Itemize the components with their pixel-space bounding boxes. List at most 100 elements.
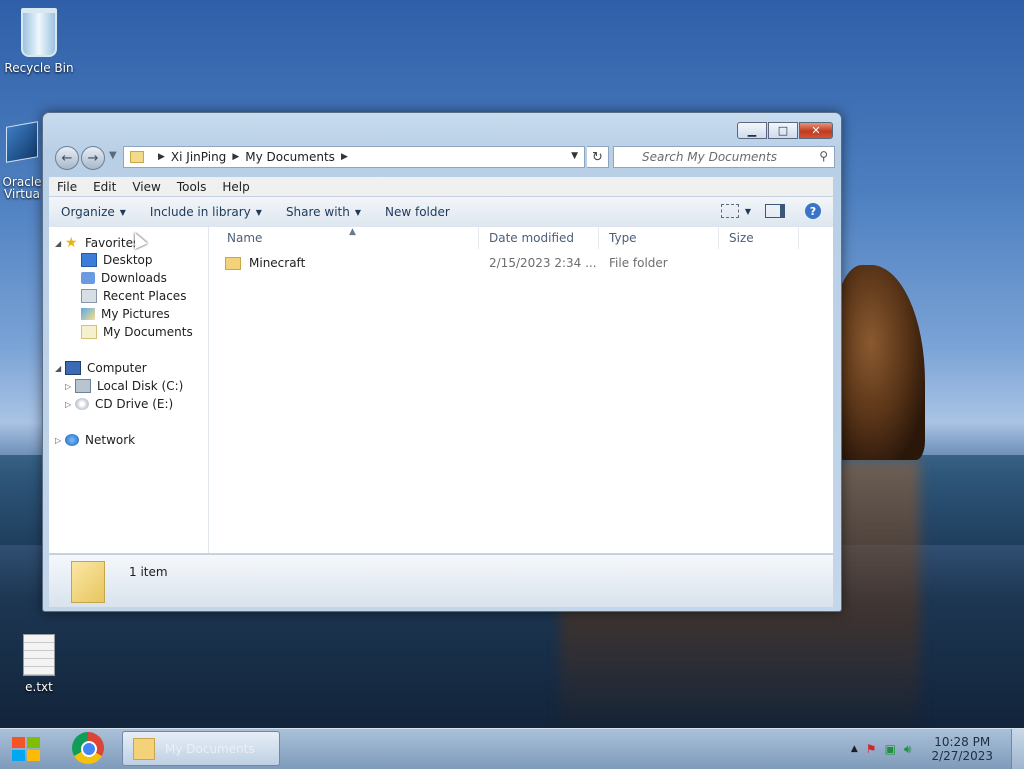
preview-pane-icon[interactable] bbox=[765, 204, 785, 218]
desktop-icon-e-txt[interactable]: e.txt bbox=[3, 634, 75, 694]
nav-favorites[interactable]: ◢ ★ Favorites bbox=[55, 235, 139, 251]
command-bar: Organize ▼ Include in library ▼ Share with… bbox=[49, 196, 833, 228]
file-type: File folder bbox=[609, 256, 668, 270]
nav-downloads[interactable]: Downloads bbox=[81, 271, 167, 285]
chevron-down-icon: ▼ bbox=[119, 207, 126, 217]
close-button[interactable]: ✕ bbox=[799, 122, 833, 139]
nav-label: CD Drive (E:) bbox=[95, 397, 174, 411]
cd-drive-icon bbox=[75, 398, 89, 410]
chevron-right-icon[interactable]: ▶ bbox=[232, 152, 239, 162]
desktop-icon-recycle-bin[interactable]: Recycle Bin bbox=[3, 8, 75, 75]
column-header-name[interactable]: ▲ Name bbox=[209, 227, 479, 249]
explorer-window: ▁ □ ✕ ← → ▼ ▶ Xi JinPing ▶ My Documents … bbox=[42, 112, 842, 612]
forward-button[interactable]: → bbox=[81, 146, 105, 170]
taskbar-button-my-documents[interactable]: My Documents bbox=[122, 731, 280, 766]
nav-cd-drive[interactable]: ▷ CD Drive (E:) bbox=[65, 397, 173, 411]
nav-my-documents[interactable]: My Documents bbox=[81, 325, 193, 339]
desktop-icon-label: Oracle Virtua bbox=[2, 175, 42, 201]
nav-recent-places[interactable]: Recent Places bbox=[81, 289, 186, 303]
new-folder-button[interactable]: New folder bbox=[375, 205, 460, 219]
nav-desktop[interactable]: Desktop bbox=[81, 253, 153, 267]
help-icon[interactable]: ? bbox=[805, 203, 821, 219]
minimize-button[interactable]: ▁ bbox=[737, 122, 767, 139]
nav-my-pictures[interactable]: My Pictures bbox=[81, 307, 170, 321]
desktop-icon bbox=[81, 253, 97, 267]
chevron-down-icon: ▼ bbox=[255, 207, 262, 217]
back-button[interactable]: ← bbox=[55, 146, 79, 170]
include-in-library-button[interactable]: Include in library ▼ bbox=[140, 205, 272, 219]
show-hidden-icons-icon[interactable]: ▲ bbox=[851, 744, 858, 754]
nav-label: My Pictures bbox=[101, 307, 170, 321]
wallpaper-rock bbox=[835, 265, 925, 460]
refresh-button[interactable]: ↻ bbox=[587, 146, 609, 168]
include-in-library-label: Include in library bbox=[149, 205, 251, 219]
show-desktop-button[interactable] bbox=[1011, 729, 1024, 769]
chevron-down-icon[interactable]: ▼ bbox=[745, 207, 751, 216]
expand-icon[interactable]: ▷ bbox=[55, 436, 65, 445]
close-icon: ✕ bbox=[811, 124, 821, 137]
folder-icon bbox=[130, 151, 144, 163]
menu-tools[interactable]: Tools bbox=[169, 180, 215, 194]
view-options-icon[interactable] bbox=[720, 204, 739, 218]
folder-icon bbox=[225, 257, 241, 270]
hard-disk-icon bbox=[75, 379, 91, 393]
collapse-icon[interactable]: ◢ bbox=[55, 239, 65, 248]
chrome-icon[interactable] bbox=[72, 732, 104, 764]
volume-icon[interactable]: 🔊︎ bbox=[904, 742, 912, 757]
expand-icon[interactable]: ▷ bbox=[65, 382, 75, 391]
menu-help[interactable]: Help bbox=[214, 180, 257, 194]
column-header-size[interactable]: Size bbox=[719, 227, 799, 249]
pictures-icon bbox=[81, 308, 95, 320]
column-header-date-modified[interactable]: Date modified bbox=[479, 227, 599, 249]
nav-label: Local Disk (C:) bbox=[97, 379, 184, 393]
search-input[interactable]: Search My Documents ⚲ bbox=[613, 146, 835, 168]
menu-edit[interactable]: Edit bbox=[85, 180, 124, 194]
clock-time: 10:28 PM bbox=[934, 735, 991, 749]
expand-icon[interactable]: ▷ bbox=[65, 400, 75, 409]
chevron-right-icon[interactable]: ▶ bbox=[341, 152, 348, 162]
computer-icon bbox=[65, 361, 81, 375]
action-center-flag-icon[interactable]: ⚑ bbox=[866, 742, 877, 756]
column-header-type[interactable]: Type bbox=[599, 227, 719, 249]
start-button[interactable] bbox=[8, 733, 44, 765]
desktop-icon-label: e.txt bbox=[25, 680, 53, 694]
maximize-button[interactable]: □ bbox=[768, 122, 798, 139]
share-with-label: Share with bbox=[285, 205, 350, 219]
text-file-icon bbox=[23, 634, 55, 676]
organize-button[interactable]: Organize ▼ bbox=[51, 205, 136, 219]
menu-file[interactable]: File bbox=[49, 180, 85, 194]
nav-network[interactable]: ▷ Network bbox=[55, 433, 135, 447]
nav-local-disk[interactable]: ▷ Local Disk (C:) bbox=[65, 379, 183, 393]
network-icon bbox=[65, 434, 79, 446]
breadcrumb-xi-jinping[interactable]: Xi JinPing bbox=[171, 150, 226, 164]
breadcrumb-my-documents[interactable]: My Documents bbox=[245, 150, 335, 164]
file-date-modified: 2/15/2023 2:34 ... bbox=[489, 256, 597, 270]
chevron-right-icon[interactable]: ▶ bbox=[158, 152, 165, 162]
documents-icon bbox=[81, 325, 97, 339]
nav-label: Network bbox=[85, 433, 136, 447]
nav-label: Recent Places bbox=[103, 289, 187, 303]
recent-pages-dropdown[interactable]: ▼ bbox=[109, 150, 117, 161]
minimize-icon: ▁ bbox=[747, 124, 757, 137]
collapse-icon[interactable]: ◢ bbox=[55, 364, 65, 373]
search-icon[interactable]: ⚲ bbox=[819, 149, 828, 163]
nav-computer[interactable]: ◢ Computer bbox=[55, 361, 147, 375]
details-pane: 1 item bbox=[49, 554, 833, 607]
taskbar-button-label: My Documents bbox=[165, 741, 255, 756]
address-history-dropdown[interactable]: ▼ bbox=[571, 151, 578, 161]
menu-view[interactable]: View bbox=[124, 180, 168, 194]
file-row[interactable]: Minecraft 2/15/2023 2:34 ... File folder bbox=[209, 253, 829, 273]
navigation-pane: ◢ ★ Favorites Desktop Downloads Recent P… bbox=[49, 227, 209, 553]
column-label: Date modified bbox=[489, 231, 575, 245]
new-folder-label: New folder bbox=[385, 205, 450, 219]
address-bar[interactable]: ▶ Xi JinPing ▶ My Documents ▶ ▼ bbox=[123, 146, 585, 168]
nav-label: Computer bbox=[87, 361, 147, 375]
desktop-icon-virtualbox[interactable]: Oracle Virtua bbox=[0, 112, 44, 212]
clock[interactable]: 10:28 PM 2/27/2023 bbox=[931, 735, 993, 763]
network-status-icon[interactable]: ▣ bbox=[885, 742, 896, 756]
chevron-down-icon: ▼ bbox=[354, 207, 361, 217]
view-controls: ▼ ? bbox=[720, 203, 821, 219]
address-row: ← → ▼ ▶ Xi JinPing ▶ My Documents ▶ ▼ ↻ … bbox=[53, 146, 835, 170]
nav-label: Desktop bbox=[103, 253, 153, 267]
share-with-button[interactable]: Share with ▼ bbox=[276, 205, 371, 219]
